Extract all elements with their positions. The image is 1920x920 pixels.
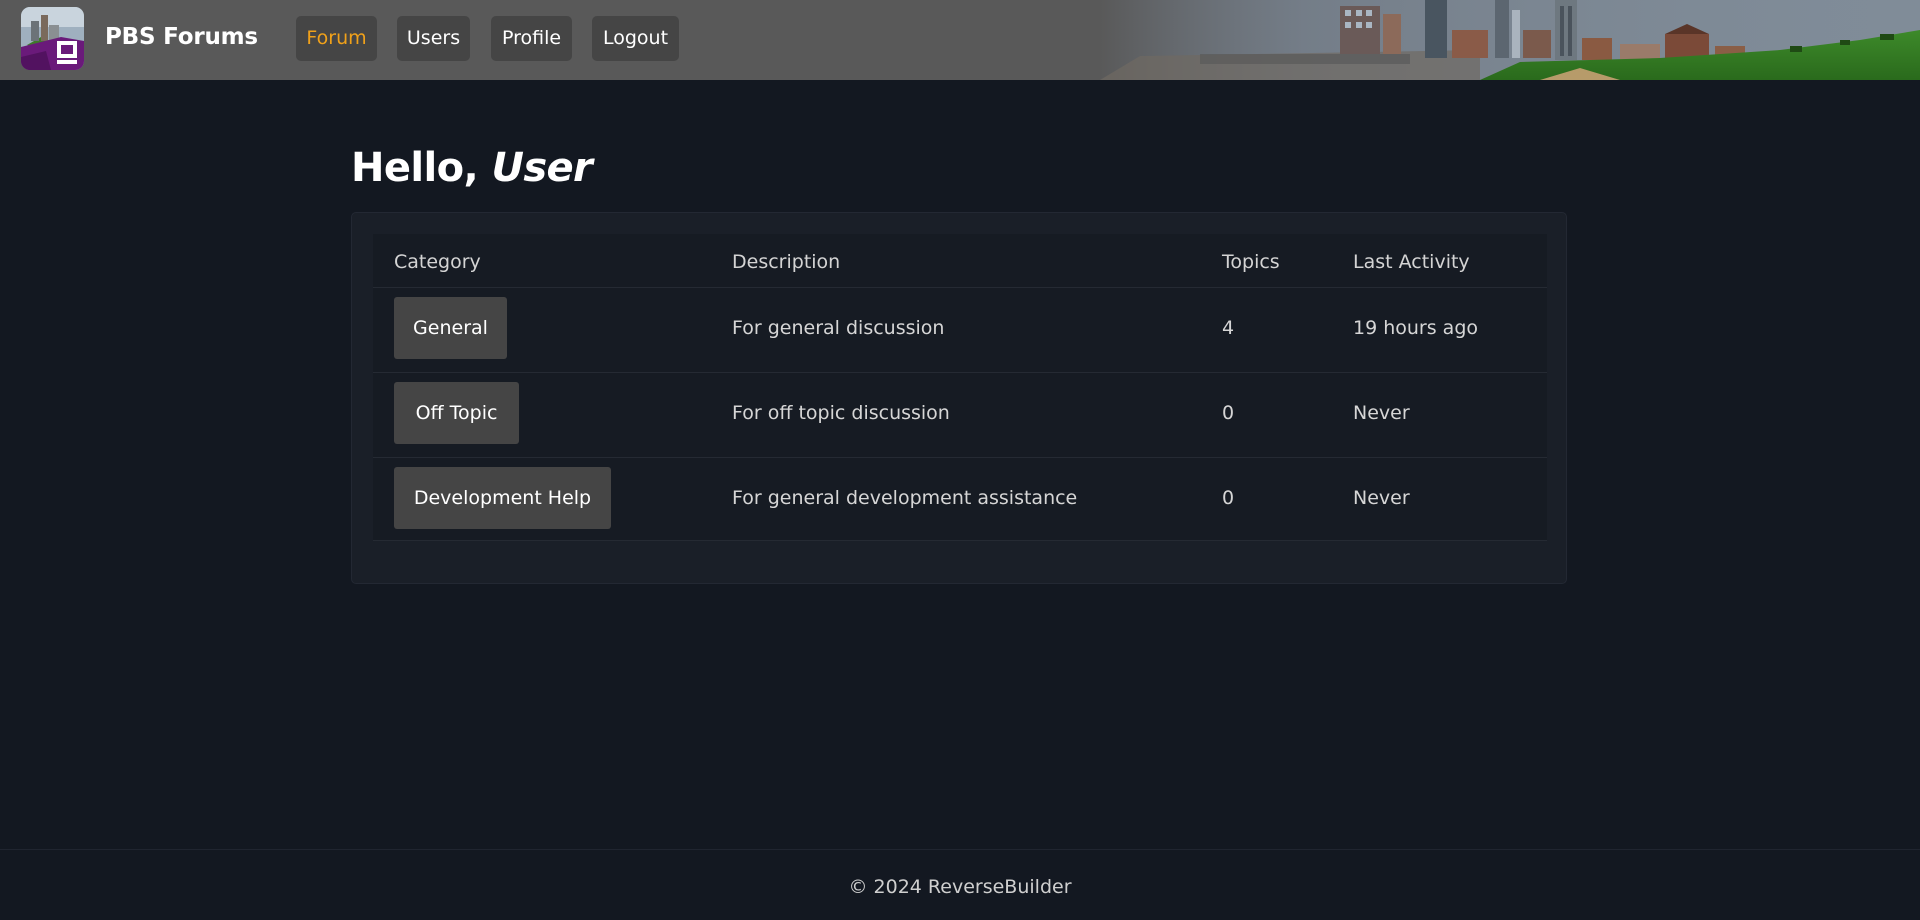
column-header-category: Category [394,251,481,273]
category-topic-count: 4 [1222,317,1235,339]
categories-card: Category Description Topics Last Activit… [351,212,1567,584]
category-general-button[interactable]: General [394,297,507,359]
category-off-topic-button[interactable]: Off Topic [394,382,519,444]
column-header-description: Description [732,251,841,273]
page-title: Hello, User [351,145,593,191]
row-divider [373,372,1547,373]
nav-logout-button[interactable]: Logout [592,16,679,61]
greeting-username: User [491,145,593,191]
category-description: For general discussion [732,317,945,339]
nav-users-button[interactable]: Users [397,16,470,61]
categories-table: Category Description Topics Last Activit… [373,234,1547,541]
page: PBS Forums Forum Users Profile Logout He… [0,0,1920,920]
category-last-activity: 19 hours ago [1353,317,1479,339]
header-bar: PBS Forums Forum Users Profile Logout [0,0,1920,80]
row-divider [373,457,1547,458]
greeting-prefix: Hello, [351,145,479,191]
footer: © 2024 ReverseBuilder [0,849,1920,920]
category-topic-count: 0 [1222,402,1235,424]
category-last-activity: Never [1353,402,1410,424]
row-divider [373,287,1547,288]
category-description: For off topic discussion [732,402,950,424]
copyright-text: © 2024 ReverseBuilder [848,876,1072,898]
row-divider [373,540,1547,541]
pbs-logo-icon[interactable] [21,7,84,70]
category-topic-count: 0 [1222,487,1235,509]
brand-title[interactable]: PBS Forums [105,24,258,50]
category-development-help-button[interactable]: Development Help [394,467,611,529]
header-banner-image [1100,0,1920,80]
category-description: For general development assistance [732,487,1078,509]
nav-profile-button[interactable]: Profile [491,16,572,61]
column-header-topics: Topics [1222,251,1280,273]
nav-forum-button[interactable]: Forum [296,16,377,61]
column-header-last-activity: Last Activity [1353,251,1470,273]
category-last-activity: Never [1353,487,1410,509]
